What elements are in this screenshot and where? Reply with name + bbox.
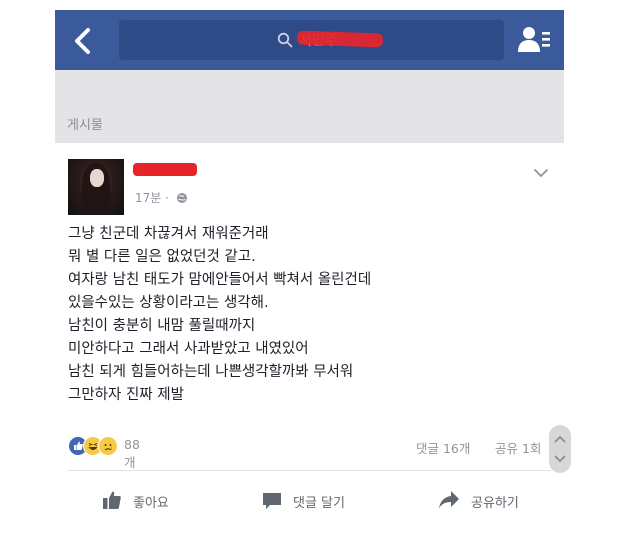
post-timestamp: 17분 · (135, 189, 188, 206)
comment-button[interactable]: 댓글 달기 (261, 489, 371, 513)
shares-count[interactable]: 공유 1회 (495, 438, 541, 457)
post-card: 17분 · 그냥 친군데 차끊겨서 재워준거래 뭐 별 다른 일은 없었던것 같… (55, 143, 571, 544)
post-line: 뭐 별 다른 일은 없었던것 같고. (68, 249, 256, 265)
post-line: 남친 되게 힘들어하는데 나쁜생각할까봐 무서워 (68, 364, 354, 380)
like-label: 좋아요 (133, 496, 169, 511)
section-header: 게시물 (55, 70, 564, 143)
share-label: 공유하기 (471, 496, 519, 511)
scroll-control[interactable] (549, 425, 571, 473)
post-line: 남친이 충분히 내맘 풀릴때까지 (68, 318, 256, 334)
section-title: 게시물 (67, 118, 103, 133)
top-nav-bar: 서민주 (55, 10, 564, 70)
post-line: 있을수있는 상황이라고는 생각해. (68, 295, 269, 311)
search-input[interactable]: 서민주 (119, 20, 504, 60)
share-arrow-icon (439, 491, 459, 509)
post-line: 그만하자 진짜 제발 (68, 387, 184, 403)
like-button[interactable]: 좋아요 (101, 489, 201, 513)
back-button[interactable] (67, 24, 101, 58)
post-options-button[interactable] (532, 165, 550, 179)
app-screen: 서민주 게시물 17분 · (0, 0, 617, 544)
comment-label: 댓글 달기 (293, 496, 345, 511)
search-icon (277, 32, 293, 48)
post-line: 미안하다고 그래서 사과받았고 내였있어 (68, 341, 309, 357)
friend-requests-button[interactable] (517, 25, 551, 55)
reaction-count: 88개 (124, 437, 140, 470)
post-time: 17분 · (135, 191, 169, 205)
comments-count[interactable]: 댓글 16개 (416, 438, 470, 457)
avatar-face (90, 169, 104, 187)
post-line: 그냥 친군데 차끊겨서 재워준거래 (68, 226, 269, 242)
sad-reaction-icon (98, 436, 118, 456)
globe-icon (176, 193, 187, 203)
redaction-mark (296, 30, 384, 48)
post-text: 그냥 친군데 차끊겨서 재워준거래 뭐 별 다른 일은 없었던것 같고. 여자랑… (68, 223, 538, 407)
chevron-left-icon (75, 28, 90, 54)
share-button[interactable]: 공유하기 (437, 489, 547, 513)
divider (68, 470, 551, 471)
friend-requests-icon (518, 27, 550, 52)
avatar[interactable] (68, 159, 124, 215)
scroll-arrows-icon (554, 435, 566, 463)
post-line: 여자랑 남친 태도가 맘에안들어서 빡쳐서 올린건데 (68, 272, 372, 288)
comment-bubble-icon (263, 493, 281, 509)
chevron-down-icon (534, 169, 548, 178)
thumbs-up-icon (103, 491, 121, 509)
author-name-redaction (133, 163, 197, 176)
